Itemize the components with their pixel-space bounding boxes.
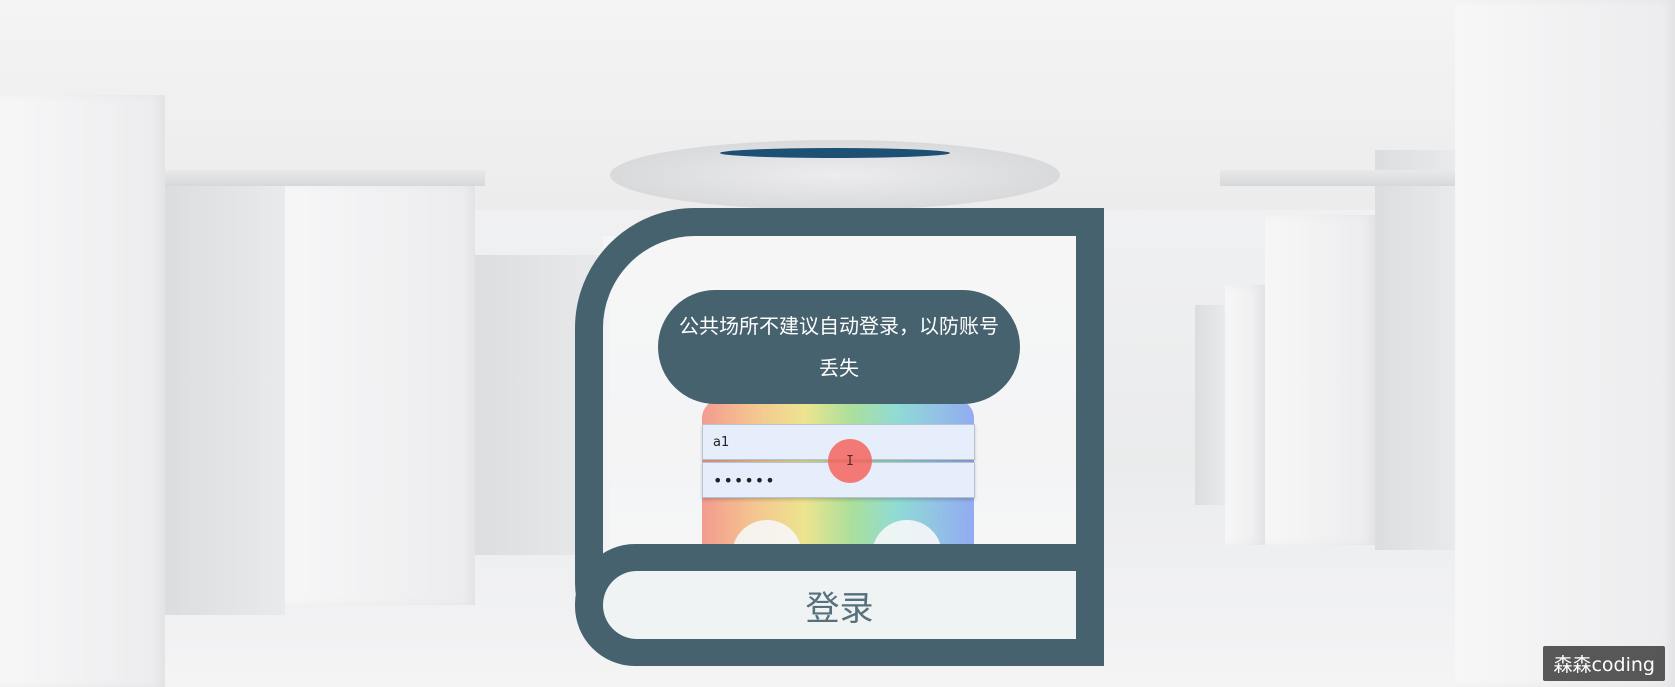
right-wall-side-1 <box>1375 150 1455 550</box>
right-wall-far <box>1195 305 1225 505</box>
login-scene: 公共场所不建议自动登录，以防账号丢失 I 登录 森森coding <box>0 0 1675 687</box>
auto-login-warning: 公共场所不建议自动登录，以防账号丢失 <box>658 290 1020 404</box>
left-wall-side-2 <box>165 185 285 615</box>
watermark: 森森coding <box>1543 646 1665 681</box>
warning-text: 公共场所不建议自动登录，以防账号丢失 <box>679 314 999 380</box>
right-wall-panel-3 <box>1225 285 1265 545</box>
login-button[interactable]: 登录 <box>603 571 1076 639</box>
watermark-text: 森森coding <box>1553 654 1655 676</box>
left-wall-panel-3 <box>280 185 475 605</box>
ceiling-beam-left <box>165 170 485 186</box>
login-button-label: 登录 <box>805 588 874 629</box>
right-wall-panel-2 <box>1265 215 1375 545</box>
ceiling-beam-right <box>1220 170 1455 186</box>
text-cursor-icon: I <box>846 453 854 469</box>
left-wall-panel-1 <box>0 95 165 687</box>
ceiling-light <box>720 148 950 158</box>
right-wall-panel-1 <box>1455 0 1675 687</box>
mouse-cursor-highlight: I <box>828 439 872 483</box>
